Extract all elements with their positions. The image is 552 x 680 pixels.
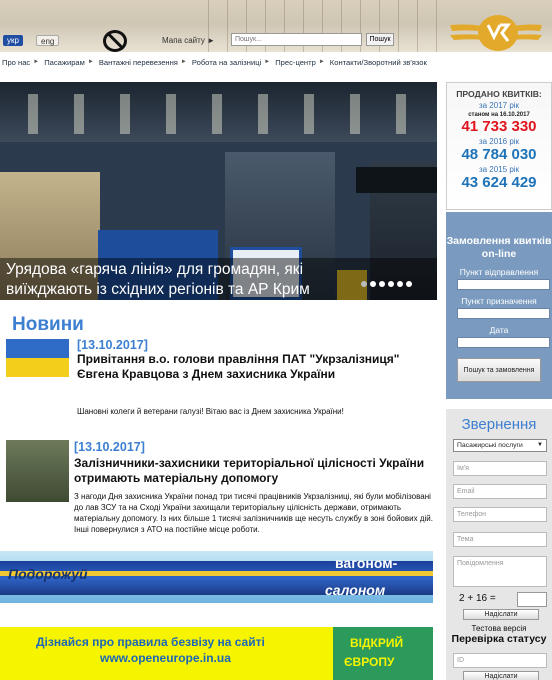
nav-arrow-icon: ► (87, 59, 94, 65)
nav-item-passengers[interactable]: Пасажирам (42, 58, 85, 67)
to-station-input[interactable] (457, 308, 550, 319)
visa-free-banner[interactable]: Дізнайся про правила безвізу на сайті ww… (0, 627, 433, 680)
accessibility-icon[interactable] (103, 30, 127, 52)
ukrzaliznytsia-logo-icon[interactable] (448, 11, 544, 52)
nav-arrow-icon: ► (180, 59, 187, 65)
from-station-input[interactable] (457, 279, 550, 290)
chevron-down-icon: ▼ (537, 442, 543, 448)
badge-text: ВІДКРИЙ (350, 636, 404, 650)
sold-year-2015: за 2015 рік (478, 165, 520, 174)
nav-item-about[interactable]: Про нас (0, 58, 30, 67)
nav-arrow-icon: ► (33, 59, 40, 65)
nav-item-careers[interactable]: Робота на залізниці (190, 58, 261, 67)
banner-text: вагоном- (335, 555, 398, 571)
sitemap-link[interactable]: Мапа сайту ► (162, 36, 215, 45)
search-input[interactable] (231, 33, 362, 46)
nav-arrow-icon: ► (318, 59, 325, 65)
send-appeal-button[interactable]: Надіслати (463, 609, 539, 620)
main-nav: Про нас ► Пасажирам ► Вантажні перевезення… (0, 55, 552, 69)
captcha-input[interactable] (517, 592, 547, 607)
date-label: Дата (489, 325, 509, 335)
banner-text: Дізнайся про правила безвізу на сайті (36, 635, 265, 649)
salon-wagon-banner[interactable]: Подорожуй вагоном- салоном (0, 551, 433, 603)
slider-dot[interactable] (370, 281, 376, 287)
nav-arrow-icon: ► (264, 59, 271, 65)
email-field[interactable]: Email (453, 484, 547, 499)
sold-year-2017: за 2017 рік (478, 101, 520, 110)
subject-field[interactable]: Тема (453, 532, 547, 547)
name-field[interactable]: Ім'я (453, 461, 547, 476)
news-date: [13.10.2017] (77, 338, 148, 352)
sold-title: ПРОДАНО КВИТКІВ: (456, 89, 542, 99)
site-header: укр eng Мапа сайту ► Пошук (0, 0, 552, 52)
soldiers-photo-image[interactable] (6, 440, 69, 502)
ukraine-flag-image[interactable] (6, 339, 69, 377)
message-field[interactable]: Повідомлення (453, 556, 547, 587)
open-europe-badge (333, 627, 433, 680)
slider-dot[interactable] (361, 281, 367, 287)
appeal-type-select[interactable]: Пасажирські послуги ▼ (453, 439, 547, 452)
hero-slider[interactable]: Урядова «гаряча лінія» для громадян, які… (0, 82, 437, 300)
nav-item-cargo[interactable]: Вантажні перевезення (97, 58, 178, 67)
slider-dots (361, 281, 412, 287)
appeal-heading: Звернення (461, 416, 537, 433)
lang-eng-button[interactable]: eng (36, 35, 60, 46)
phone-field[interactable]: Телефон (453, 507, 547, 522)
status-check-heading: Перевірка статусу (451, 633, 547, 645)
tickets-sold-panel: ПРОДАНО КВИТКІВ: за 2017 рік станом на 1… (446, 82, 552, 210)
news-excerpt: З нагоди Дня захисника України понад три… (74, 492, 433, 534)
appeal-form: Звернення Пасажирські послуги ▼ Ім'я Ema… (446, 409, 552, 680)
slider-dot[interactable] (397, 281, 403, 287)
banner-text: салоном (325, 582, 386, 598)
sold-value-2017: 41 733 330 (461, 118, 537, 135)
status-id-field[interactable]: ID (453, 653, 547, 668)
banner-url: www.openeurope.in.ua (100, 651, 231, 665)
sold-value-2015: 43 624 429 (461, 174, 537, 191)
nav-item-press[interactable]: Прес-центр (273, 58, 316, 67)
hero-caption[interactable]: Урядова «гаряча лінія» для громадян, які… (6, 260, 356, 300)
badge-text: ЄВРОПУ (344, 655, 395, 669)
news-title-link[interactable]: Привітання в.о. голови правління ПАТ "Ук… (77, 352, 417, 382)
news-title-link[interactable]: Залізничники-захисники територіальної ці… (74, 456, 434, 486)
to-label: Пункт призначення (461, 296, 537, 306)
news-date: [13.10.2017] (74, 440, 145, 454)
tickets-online-form: Замовлення квитків on-line Пункт відправ… (446, 212, 552, 399)
date-input[interactable] (457, 337, 550, 348)
news-heading: Новини (12, 314, 84, 335)
nav-item-contacts[interactable]: Контакти/Зворотний зв'язок (328, 58, 427, 67)
from-label: Пункт відправлення (459, 267, 539, 277)
slider-dot[interactable] (406, 281, 412, 287)
send-status-button[interactable]: Надіслати (463, 671, 539, 680)
slider-dot[interactable] (388, 281, 394, 287)
search-order-button[interactable]: Пошук та замовлення (457, 358, 541, 382)
captcha-question: 2 + 16 = (459, 593, 496, 604)
sold-value-2016: 48 784 030 (461, 146, 537, 163)
appeal-type-value: Пасажирські послуги (457, 442, 523, 449)
sold-year-2016: за 2016 рік (478, 137, 520, 146)
lang-ukr-button[interactable]: укр (3, 35, 23, 46)
news-excerpt: Шановні колеги й ветерани галузі! Вітаю … (77, 407, 344, 416)
slider-dot[interactable] (379, 281, 385, 287)
test-version-label: Тестова версія (471, 624, 527, 633)
search-button[interactable]: Пошук (366, 33, 394, 46)
banner-text: Подорожуй (8, 566, 88, 582)
tickets-heading: Замовлення квитків on-line (446, 235, 552, 260)
